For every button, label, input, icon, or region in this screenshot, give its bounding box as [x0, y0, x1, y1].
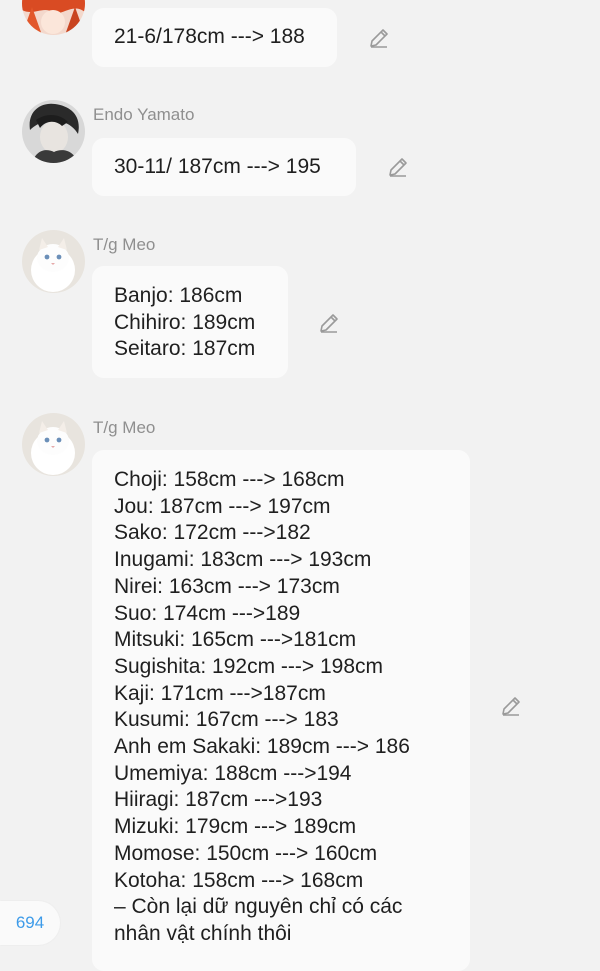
avatar[interactable] — [22, 0, 85, 35]
message-text: Sugishita: 192cm ---> 198cm — [114, 654, 384, 678]
message-text: 30-11/ 187cm ---> 195 — [114, 155, 321, 178]
sender-name: T/g Meo — [93, 418, 156, 437]
message-text: Kaji: 171cm --->187cm — [114, 681, 326, 705]
message-text: Choji: 158cm ---> 168cm — [114, 468, 345, 491]
avatar[interactable] — [22, 413, 85, 476]
message-text: Mizuki: 179cm ---> 189cm — [114, 815, 357, 839]
message-text: Banjo: 186cm — [114, 284, 243, 307]
pencil-icon[interactable] — [386, 155, 410, 179]
message-text: Anh em Sakaki: 189cm ---> 186 — [114, 735, 410, 759]
message-text: Hiiragi: 187cm --->193 — [114, 788, 323, 812]
message-text: Sako: 172cm --->182 — [114, 521, 311, 545]
pencil-icon[interactable] — [317, 311, 341, 335]
message-text: Seitaro: 187cm — [114, 337, 256, 361]
message-text: Nirei: 163cm ---> 173cm — [114, 574, 340, 598]
message-bubble[interactable]: 30-11/ 187cm ---> 195 — [92, 138, 356, 196]
message-text: Kotoha: 158cm ---> 168cm — [114, 868, 364, 892]
message-text: – Còn lại dữ nguyên chỉ có các — [114, 895, 403, 919]
pencil-icon[interactable] — [499, 694, 523, 718]
message-bubble[interactable]: 21-6/178cm ---> 188 — [92, 8, 337, 67]
reaction-count-badge[interactable]: 694 — [0, 901, 60, 945]
message-text: Inugami: 183cm ---> 193cm — [114, 548, 372, 572]
message-text: Kusumi: 167cm ---> 183 — [114, 708, 339, 732]
message-text: Chihiro: 189cm — [114, 310, 256, 334]
message-text: Momose: 150cm ---> 160cm — [114, 841, 378, 865]
message-text: Jou: 187cm ---> 197cm — [114, 494, 331, 518]
message-text: Suo: 174cm --->189 — [114, 601, 301, 625]
sender-name: T/g Meo — [93, 235, 156, 254]
message-text: Umemiya: 188cm --->194 — [114, 761, 352, 785]
message-bubble[interactable]: Choji: 158cm ---> 168cm Jou: 187cm ---> … — [92, 450, 470, 971]
pencil-icon[interactable] — [367, 26, 391, 50]
avatar[interactable] — [22, 100, 85, 163]
sender-name: Endo Yamato — [93, 105, 195, 124]
message-text: Mitsuki: 165cm --->181cm — [114, 628, 357, 652]
avatar[interactable] — [22, 230, 85, 293]
message-bubble[interactable]: Banjo: 186cm Chihiro: 189cm Seitaro: 187… — [92, 266, 288, 378]
message-text: nhân vật chính thôi — [114, 921, 292, 945]
message-text: 21-6/178cm ---> 188 — [114, 25, 305, 48]
